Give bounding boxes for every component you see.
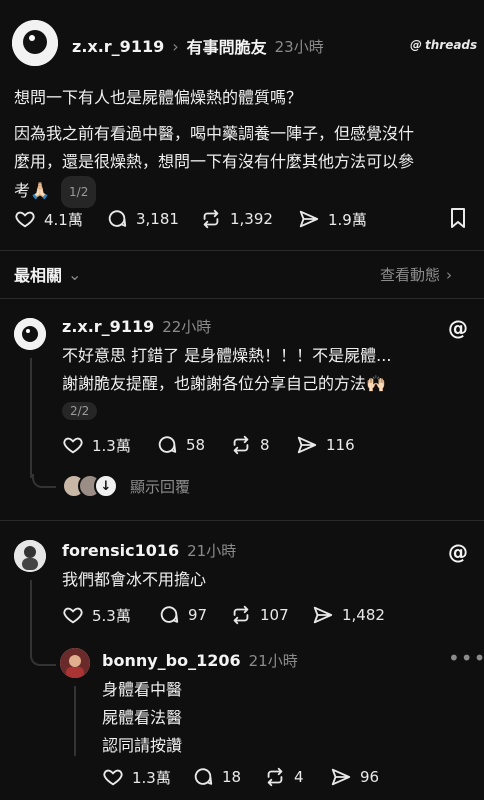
post-username[interactable]: z.x.r_9119 <box>72 37 164 56</box>
post-body-line-3: 考🙏🏻 1/2 <box>14 176 474 208</box>
reply-username[interactable]: forensic1016 <box>62 541 179 560</box>
like-button[interactable]: 4.1萬 <box>14 208 83 230</box>
comment-icon <box>160 606 179 623</box>
post-author-avatar[interactable] <box>12 20 58 66</box>
page-indicator: 1/2 <box>61 176 97 208</box>
post-body: 因為我之前有看過中醫，喝中藥調養一陣子，但感覺沒什 麼用，還是很燥熱，想問一下有… <box>14 120 474 208</box>
send-icon <box>297 436 317 454</box>
bookmark-icon <box>451 208 465 228</box>
avatar-image <box>12 20 58 66</box>
sort-dropdown[interactable]: 最相關 ⌄ <box>14 262 81 286</box>
post-header: z.x.r_9119 › 有事問脆友 23小時 <box>72 34 324 58</box>
threads-icon[interactable]: @ <box>448 540 468 564</box>
nested-reply-avatar[interactable] <box>60 648 90 678</box>
reply-text: 我們都會冰不用擔心 <box>62 570 207 589</box>
save-button[interactable] <box>446 206 470 234</box>
repost-icon <box>233 435 249 455</box>
comment-button[interactable]: 58 <box>156 434 205 456</box>
like-button[interactable]: 1.3萬 <box>62 434 131 456</box>
reply-avatar[interactable] <box>14 318 46 350</box>
post-body-line: 因為我之前有看過中醫，喝中藥調養一陣子，但感覺沒什 <box>14 124 415 143</box>
share-button[interactable]: 96 <box>330 766 379 788</box>
share-button[interactable]: 1,482 <box>312 604 385 626</box>
reply-time: 21小時 <box>187 542 237 560</box>
divider <box>0 520 484 521</box>
heart-icon <box>103 769 123 786</box>
more-options-icon[interactable]: ••• <box>448 646 484 670</box>
show-replies-row[interactable]: ↓ 顯示回覆 <box>32 474 190 498</box>
thread-line <box>74 686 76 756</box>
chevron-down-icon: ⌄ <box>68 264 82 284</box>
heart-icon <box>63 437 83 454</box>
share-button[interactable]: 1.9萬 <box>298 208 367 230</box>
comment-icon <box>194 768 213 785</box>
divider <box>0 298 484 299</box>
share-button[interactable]: 116 <box>296 434 355 456</box>
repost-icon <box>267 767 283 787</box>
thread-line <box>30 580 32 654</box>
send-icon <box>299 210 319 228</box>
comment-icon <box>108 210 127 227</box>
reply-header: forensic1016 21小時 <box>62 540 236 561</box>
thread-curve <box>30 650 56 666</box>
comment-button[interactable]: 97 <box>158 604 207 626</box>
reply-time: 21小時 <box>248 652 298 670</box>
comment-button[interactable]: 3,181 <box>106 208 179 230</box>
sort-label: 最相關 <box>14 266 63 285</box>
post-community[interactable]: 有事問脆友 <box>187 34 267 58</box>
heart-icon <box>15 211 35 228</box>
avatar-image <box>14 318 46 350</box>
chevron-right-icon: › <box>446 265 453 284</box>
threads-icon[interactable]: @ <box>448 316 468 340</box>
reply-avatars: ↓ <box>62 474 118 498</box>
like-button[interactable]: 5.3萬 <box>62 604 131 626</box>
reply-username[interactable]: z.x.r_9119 <box>62 317 154 336</box>
send-icon <box>313 606 333 624</box>
page-indicator: 2/2 <box>62 402 98 420</box>
thread-line <box>30 358 32 478</box>
repost-button[interactable]: 4 <box>264 766 304 788</box>
repost-button[interactable]: 1,392 <box>200 208 273 230</box>
view-activity-link[interactable]: 查看動態 › <box>380 264 452 285</box>
send-icon <box>331 768 351 786</box>
avatar-image <box>14 540 46 572</box>
reply-username[interactable]: bonny_bo_1206 <box>102 651 241 670</box>
repost-icon <box>233 605 249 625</box>
threads-logo: @ threads <box>410 38 478 52</box>
thread-curve <box>32 474 56 488</box>
chevron-right-icon: › <box>172 36 179 56</box>
arrow-down-icon: ↓ <box>94 474 118 498</box>
comment-count: 3,181 <box>136 210 179 228</box>
threads-icon: @ <box>410 38 422 52</box>
share-count: 1.9萬 <box>328 210 367 229</box>
show-replies-label: 顯示回覆 <box>130 477 191 496</box>
reply-time: 22小時 <box>162 318 212 336</box>
post-title: 想問一下有人也是屍體偏燥熱的體質嗎？ <box>14 88 303 107</box>
avatar-image <box>60 648 90 678</box>
heart-icon <box>63 607 83 624</box>
comment-button[interactable]: 18 <box>192 766 241 788</box>
reply-avatar[interactable] <box>14 540 46 572</box>
repost-button[interactable]: 107 <box>230 604 289 626</box>
like-count: 4.1萬 <box>44 210 83 229</box>
repost-count: 1,392 <box>230 210 273 228</box>
reply-header: z.x.r_9119 22小時 <box>62 316 211 337</box>
repost-icon <box>203 209 219 229</box>
like-button[interactable]: 1.3萬 <box>102 766 171 788</box>
comment-icon <box>158 436 177 453</box>
reply-header: bonny_bo_1206 21小時 <box>102 650 298 671</box>
post-time: 23小時 <box>274 37 324 56</box>
reply-text: 身體看中醫 屍體看法醫 認同請按讚 <box>102 680 183 755</box>
reply-text: 不好意思 打錯了 是身體燥熱！！！不是屍體... 謝謝脆友提醒，也謝謝各位分享自… <box>62 346 392 393</box>
repost-button[interactable]: 8 <box>230 434 270 456</box>
divider <box>0 250 484 251</box>
post-body-line: 麼用，還是很燥熱，想問一下有沒有什麼其他方法可以參 <box>14 152 415 171</box>
